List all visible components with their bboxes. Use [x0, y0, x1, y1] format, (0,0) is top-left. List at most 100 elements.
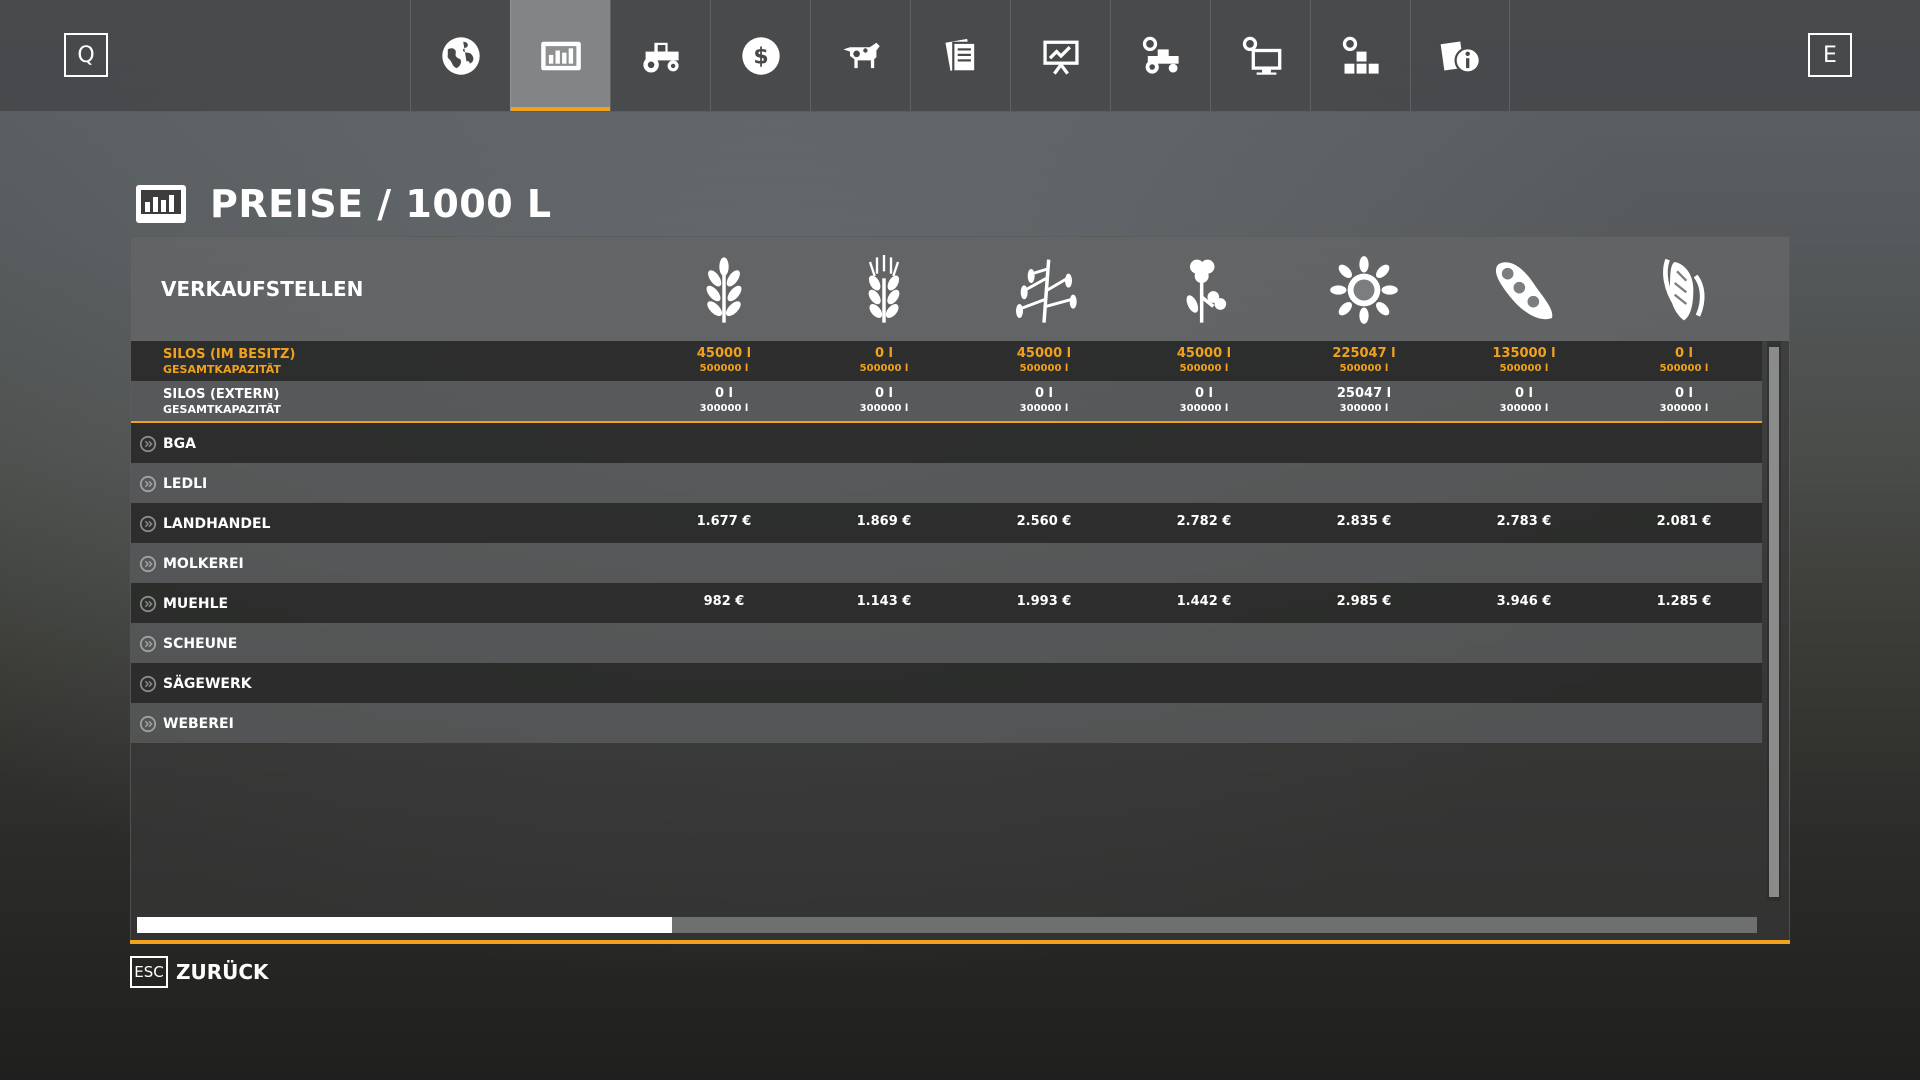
selling-station-row[interactable]: SÄGEWERK: [131, 663, 1762, 703]
svg-text:$: $: [753, 44, 768, 69]
menu-tabs: $: [410, 0, 1510, 111]
silo-ext-capacity: 300000 l: [1339, 403, 1389, 414]
silos-own-label: SILOS (IM BESITZ): [163, 347, 296, 362]
selling-station-row[interactable]: MUEHLE 982 € 1.143 € 1.993 € 1.442 € 2.985 € 3…: [131, 583, 1762, 623]
tab-help[interactable]: [1410, 0, 1510, 111]
silos-own-row: SILOS (IM BESITZ) GESAMTKAPAZITÄT 45000 …: [131, 341, 1762, 381]
selling-station-name: MOLKEREI: [163, 556, 244, 572]
tab-statistics[interactable]: [1010, 0, 1110, 111]
next-page-key-e[interactable]: E: [1808, 33, 1852, 77]
hotspot-icon[interactable]: [139, 635, 157, 653]
silos-own-capacity-label: GESAMTKAPAZITÄT: [163, 363, 281, 376]
hotspot-icon[interactable]: [139, 675, 157, 693]
price-cell: 1.993 €: [1016, 594, 1072, 609]
selling-station-name: BGA: [163, 436, 196, 452]
silo-own-capacity: 500000 l: [1179, 363, 1229, 374]
tab-display-settings[interactable]: [1210, 0, 1310, 111]
silo-ext-amount: 0 l: [1674, 386, 1694, 401]
selling-station-row[interactable]: WEBEREI: [131, 703, 1762, 743]
globe-icon: [441, 36, 480, 75]
hotspot-icon[interactable]: [139, 475, 157, 493]
barley-icon: [868, 255, 900, 323]
price-cell: 2.782 €: [1176, 514, 1232, 529]
selling-station-row[interactable]: BGA: [131, 423, 1762, 463]
tab-contracts[interactable]: [910, 0, 1010, 111]
hotspot-icon[interactable]: [139, 715, 157, 733]
silo-own-amount: 135000 l: [1492, 346, 1556, 361]
selling-station-name: SÄGEWERK: [163, 676, 252, 692]
silo-own-capacity: 500000 l: [699, 363, 749, 374]
top-menu-bar: Q $ E: [0, 0, 1920, 112]
silo-ext-amount: 0 l: [714, 386, 734, 401]
esc-key-hint: ESC: [130, 956, 168, 988]
price-cell: 2.081 €: [1656, 514, 1712, 529]
selling-station-row[interactable]: MOLKEREI: [131, 543, 1762, 583]
silo-own-capacity: 500000 l: [1339, 363, 1389, 374]
tab-animals[interactable]: [810, 0, 910, 111]
price-cell: 1.869 €: [856, 514, 912, 529]
back-label: ZURÜCK: [176, 960, 269, 984]
silos-external-capacity-label: GESAMTKAPAZITÄT: [163, 403, 281, 416]
contracts-icon: [944, 38, 976, 72]
silo-ext-amount: 0 l: [1514, 386, 1534, 401]
tab-production[interactable]: [1310, 0, 1410, 111]
silos-external-label: SILOS (EXTERN): [163, 387, 280, 402]
silo-ext-amount: 0 l: [1194, 386, 1214, 401]
maize-icon: [1663, 258, 1705, 321]
silo-ext-capacity: 300000 l: [859, 403, 909, 414]
wheat-icon: [706, 257, 742, 323]
silo-own-amount: 45000 l: [1176, 346, 1232, 361]
vertical-scrollbar-thumb[interactable]: [1769, 347, 1779, 897]
silo-own-amount: 225047 l: [1332, 346, 1396, 361]
soybean-icon: [1495, 262, 1553, 320]
selling-station-name: MUEHLE: [163, 596, 229, 612]
oat-icon: [1016, 259, 1077, 323]
tab-finances[interactable]: $: [710, 0, 810, 111]
sunflower-icon: [1330, 256, 1398, 324]
silo-ext-amount: 0 l: [874, 386, 894, 401]
tab-prices[interactable]: [510, 0, 610, 111]
tab-vehicle-settings[interactable]: [1110, 0, 1210, 111]
previous-page-key-q[interactable]: Q: [64, 33, 108, 77]
back-button[interactable]: ESC ZURÜCK: [130, 956, 269, 988]
statistics-board-icon: [1042, 40, 1079, 75]
prices-chart-icon: [136, 185, 186, 223]
selling-station-row[interactable]: LANDHANDEL 1.677 € 1.869 € 2.560 € 2.782 € 2.…: [131, 503, 1762, 543]
silo-ext-amount: 25047 l: [1336, 386, 1392, 401]
hotspot-icon[interactable]: [139, 595, 157, 613]
price-cell: 2.835 €: [1336, 514, 1392, 529]
silo-ext-amount: 0 l: [1034, 386, 1054, 401]
dollar-icon: $: [741, 36, 780, 75]
silo-own-capacity: 500000 l: [859, 363, 909, 374]
selling-station-name: LEDLI: [163, 476, 208, 492]
selling-station-row[interactable]: LEDLI: [131, 463, 1762, 503]
help-info-icon: [1440, 41, 1481, 74]
horizontal-scrollbar-thumb[interactable]: [137, 917, 672, 933]
tab-vehicles[interactable]: [610, 0, 710, 111]
silo-ext-capacity: 300000 l: [1179, 403, 1229, 414]
prices-table: VERKAUFSTELLEN SILOS (IM BESITZ) GESAMTK…: [130, 236, 1790, 942]
silo-ext-capacity: 300000 l: [699, 403, 749, 414]
selling-station-row[interactable]: SCHEUNE: [131, 623, 1762, 663]
cow-icon: [842, 42, 880, 68]
hotspot-icon[interactable]: [139, 515, 157, 533]
price-cell: 982 €: [703, 594, 745, 609]
price-cell: 1.442 €: [1176, 594, 1232, 609]
table-header: VERKAUFSTELLEN: [131, 237, 1789, 341]
hotspot-icon[interactable]: [139, 435, 157, 453]
page-title: PREISE / 1000 L: [210, 182, 552, 226]
price-cell: 2.783 €: [1496, 514, 1552, 529]
silo-own-capacity: 500000 l: [1499, 363, 1549, 374]
selling-station-name: LANDHANDEL: [163, 516, 271, 532]
tractor-icon: [642, 42, 679, 72]
selling-station-name: WEBEREI: [163, 716, 234, 732]
price-cell: 1.143 €: [856, 594, 912, 609]
tab-map[interactable]: [410, 0, 510, 111]
silos-external-row: SILOS (EXTERN) GESAMTKAPAZITÄT 0 l 30000…: [131, 381, 1762, 423]
prices-chart-icon: [540, 41, 581, 70]
silo-own-amount: 0 l: [1674, 346, 1694, 361]
price-cell: 2.560 €: [1016, 514, 1072, 529]
hotspot-icon[interactable]: [139, 555, 157, 573]
selling-station-list: BGA LEDLI LANDHANDEL 1.677 € 1.869 € 2.560 € 2…: [131, 423, 1762, 743]
production-icon: [1342, 36, 1379, 74]
